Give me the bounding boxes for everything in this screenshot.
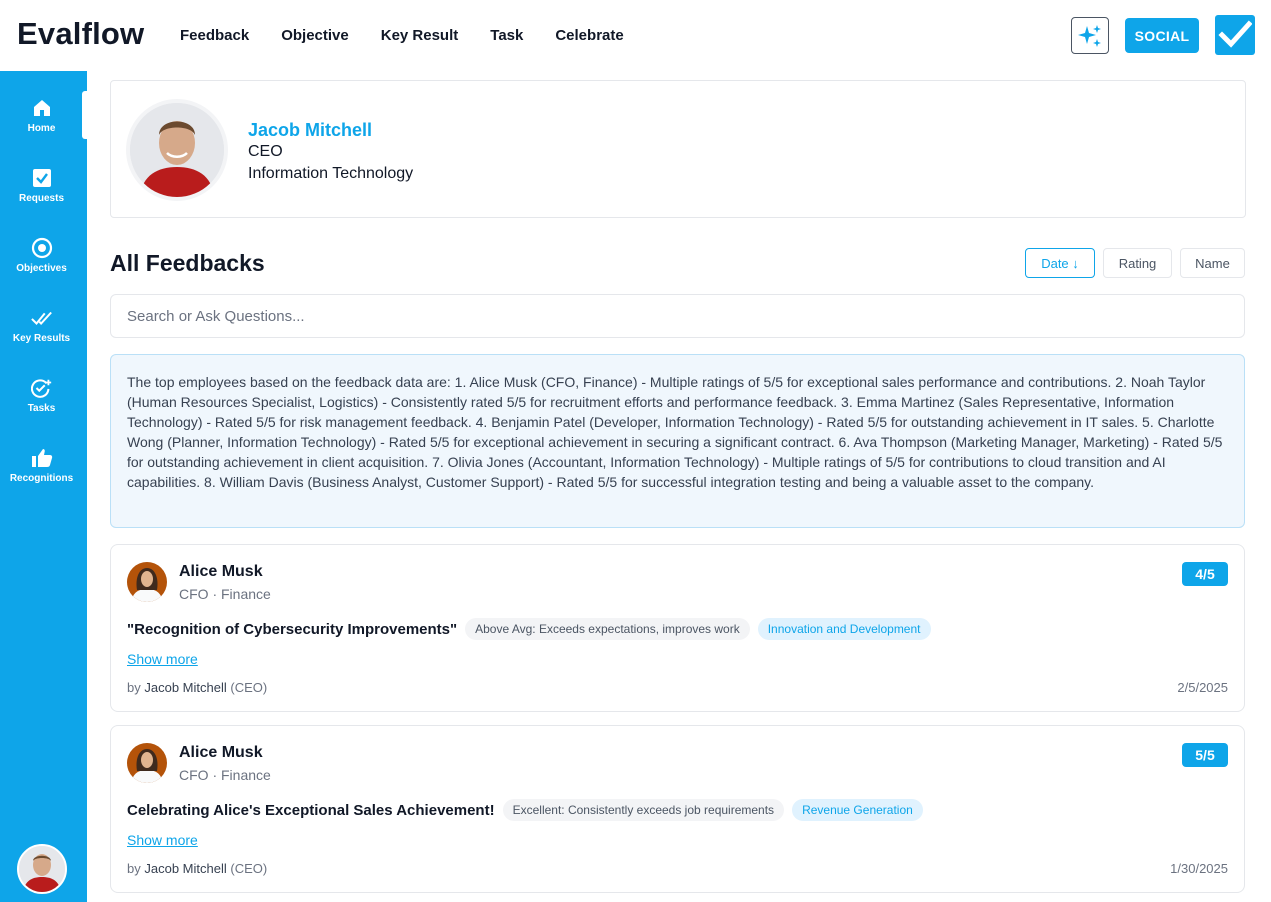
nav-task[interactable]: Task xyxy=(474,26,539,46)
rating-badge: 4/5 xyxy=(1182,562,1228,586)
top-bar: Evalflow Feedback Objective Key Result T… xyxy=(0,0,1271,71)
profile-avatar xyxy=(126,99,228,201)
category-tag: Revenue Generation xyxy=(792,799,923,821)
author-name: Jacob Mitchell xyxy=(144,861,227,876)
level-tag: Above Avg: Exceeds expectations, improve… xyxy=(465,618,750,640)
author-role: (CEO) xyxy=(230,680,268,695)
search-input[interactable] xyxy=(110,294,1245,338)
checkbox-button[interactable] xyxy=(1215,15,1255,55)
author-name: Jacob Mitchell xyxy=(144,680,227,695)
feedback-author: by Jacob Mitchell (CEO) xyxy=(127,680,267,695)
feedback-headline: Celebrating Alice's Exceptional Sales Ac… xyxy=(127,801,495,819)
feedback-headline-row: "Recognition of Cybersecurity Improvemen… xyxy=(127,618,931,640)
sort-name-button[interactable]: Name xyxy=(1180,248,1245,278)
home-icon xyxy=(31,97,53,119)
sidebar-item-home[interactable]: Home xyxy=(0,97,83,134)
sparkles-icon xyxy=(1078,24,1101,47)
check-square-icon xyxy=(31,167,53,189)
feedback-card[interactable]: Alice Musk CFO · Finance 4/5 "Recognitio… xyxy=(110,544,1245,712)
employee-role: CFO · Finance xyxy=(179,767,271,783)
feedback-headline-row: Celebrating Alice's Exceptional Sales Ac… xyxy=(127,799,923,821)
checkbox-icon xyxy=(1218,20,1252,48)
profile-title: CEO xyxy=(248,143,283,160)
profile-card: Jacob Mitchell CEO Information Technolog… xyxy=(110,80,1246,218)
user-avatar[interactable] xyxy=(17,844,67,894)
social-button[interactable]: SOCIAL xyxy=(1125,18,1199,53)
sidebar-item-label: Requests xyxy=(18,193,64,204)
employee-name[interactable]: Alice Musk xyxy=(179,744,263,762)
category-tag: Innovation and Development xyxy=(757,618,931,640)
feedback-card[interactable]: Alice Musk CFO · Finance 5/5 Celebrating… xyxy=(110,725,1245,893)
double-check-icon xyxy=(30,307,53,329)
page-title: All Feedbacks xyxy=(110,250,265,276)
check-plus-icon xyxy=(30,377,53,399)
sidebar-item-key-results[interactable]: Key Results xyxy=(0,307,83,344)
show-more-link[interactable]: Show more xyxy=(127,651,198,667)
feedback-date: 1/30/2025 xyxy=(1170,861,1228,876)
nav-celebrate[interactable]: Celebrate xyxy=(539,26,639,46)
profile-department: Information Technology xyxy=(248,165,414,182)
rating-badge: 5/5 xyxy=(1182,743,1228,767)
avatar xyxy=(127,562,167,602)
avatar-photo xyxy=(127,562,167,602)
sidebar-item-label: Key Results xyxy=(12,333,71,344)
sidebar-item-objectives[interactable]: Objectives xyxy=(0,237,83,274)
sidebar-item-recognitions[interactable]: Recognitions xyxy=(0,447,83,484)
sort-rating-button[interactable]: Rating xyxy=(1103,248,1172,278)
by-prefix: by xyxy=(127,861,141,876)
ai-assistant-button[interactable] xyxy=(1071,17,1109,54)
author-role: (CEO) xyxy=(230,861,268,876)
nav-objective[interactable]: Objective xyxy=(265,26,365,46)
avatar-photo xyxy=(127,743,167,783)
profile-name[interactable]: Jacob Mitchell xyxy=(248,120,372,141)
target-icon xyxy=(31,237,53,259)
employee-role: CFO · Finance xyxy=(179,586,271,602)
sidebar-item-tasks[interactable]: Tasks xyxy=(0,377,83,414)
app-logo[interactable]: Evalflow xyxy=(17,16,144,52)
nav-key-result[interactable]: Key Result xyxy=(365,26,475,46)
sidebar-item-label: Objectives xyxy=(16,263,67,274)
feedback-author: by Jacob Mitchell (CEO) xyxy=(127,861,267,876)
profile-photo xyxy=(130,103,224,197)
by-prefix: by xyxy=(127,680,141,695)
sidebar-item-label: Tasks xyxy=(27,403,56,414)
top-nav: Feedback Objective Key Result Task Celeb… xyxy=(164,26,640,46)
avatar xyxy=(127,743,167,783)
ai-summary: The top employees based on the feedback … xyxy=(110,354,1245,528)
level-tag: Excellent: Consistently exceeds job requ… xyxy=(502,799,785,821)
thumbs-up-icon xyxy=(31,447,53,469)
employee-name[interactable]: Alice Musk xyxy=(179,563,263,581)
feedback-headline: "Recognition of Cybersecurity Improvemen… xyxy=(127,620,458,638)
sidebar-item-label: Home xyxy=(27,123,56,134)
nav-feedback[interactable]: Feedback xyxy=(164,26,265,46)
sidebar: Home Requests Objectives Key Results Tas… xyxy=(0,71,87,902)
avatar-photo xyxy=(19,846,65,892)
sidebar-item-label: Recognitions xyxy=(9,473,74,484)
feedback-date: 2/5/2025 xyxy=(1177,680,1228,695)
sort-date-button[interactable]: Date ↓ xyxy=(1025,248,1095,278)
sidebar-item-requests[interactable]: Requests xyxy=(0,167,83,204)
show-more-link[interactable]: Show more xyxy=(127,832,198,848)
